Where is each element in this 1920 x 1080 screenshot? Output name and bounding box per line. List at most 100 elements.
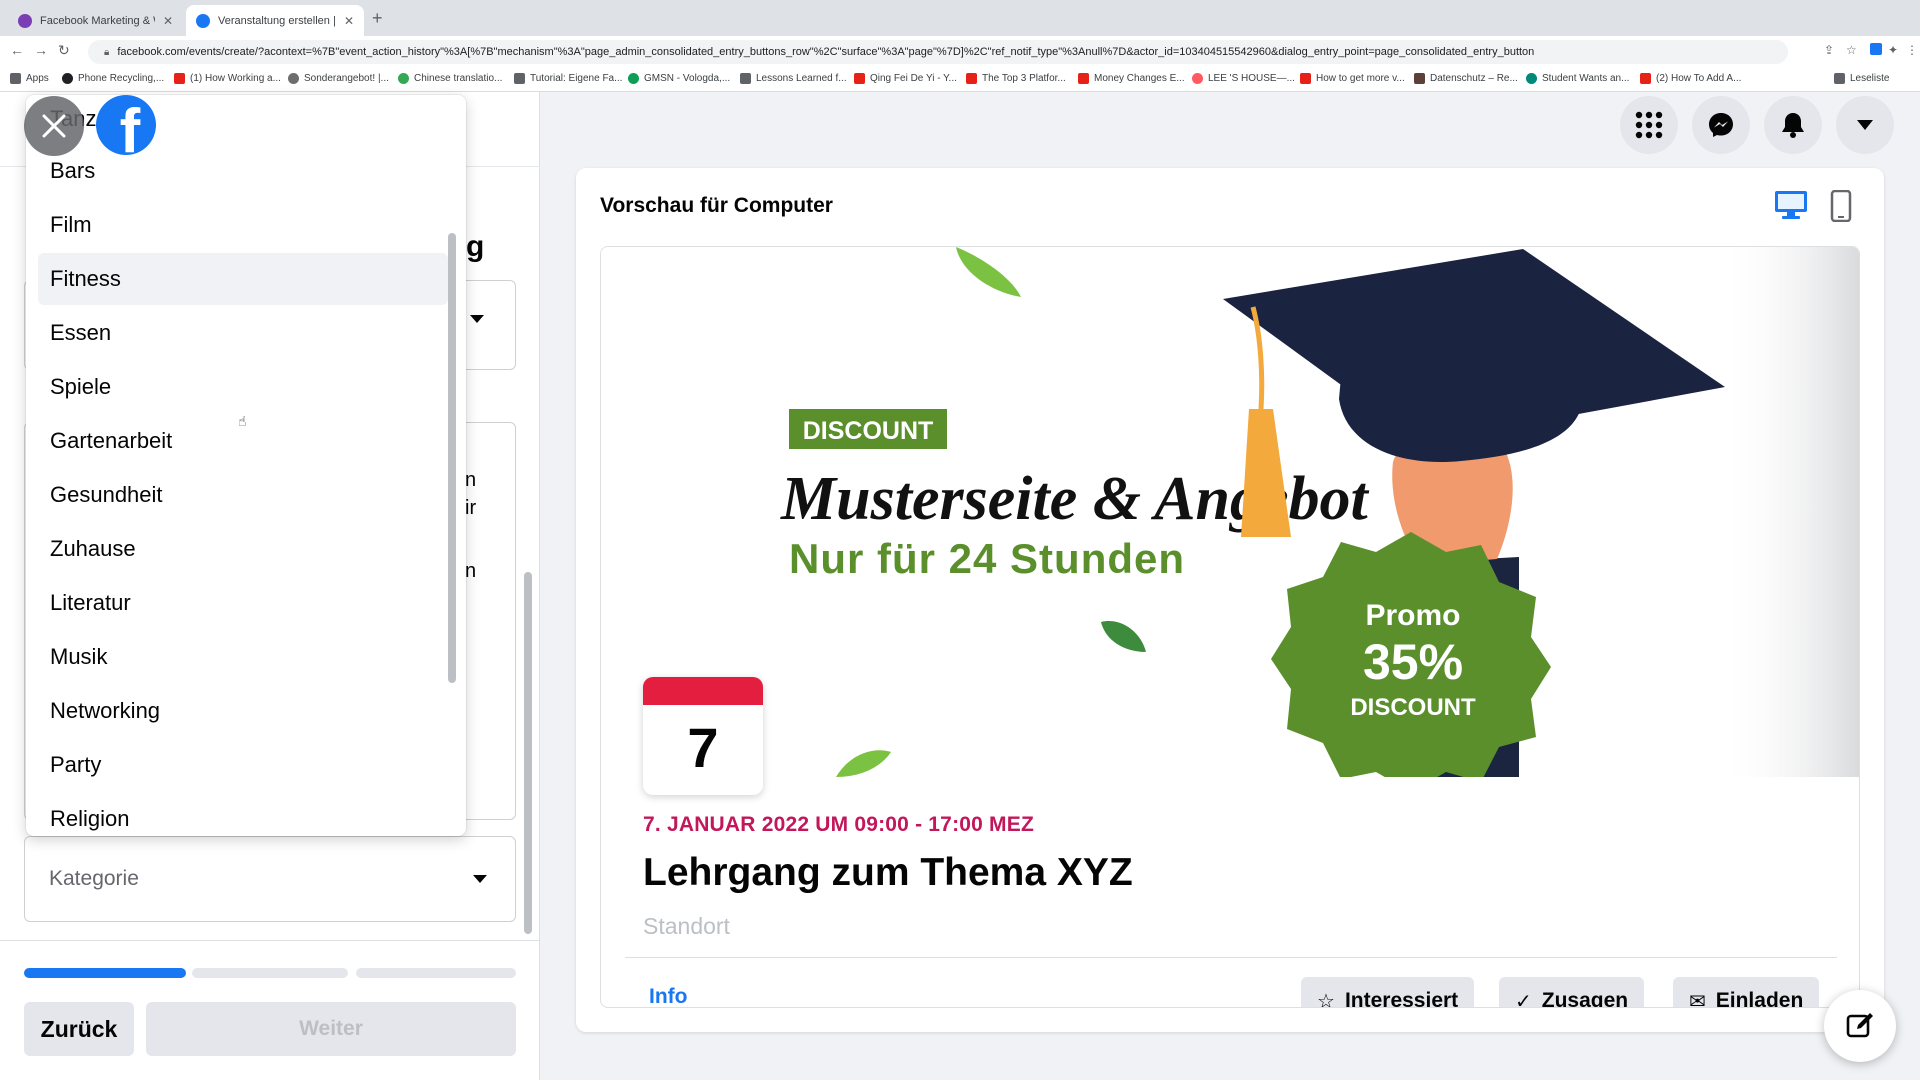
notifications-button[interactable] [1764,96,1822,154]
option-label: Religion [50,806,130,831]
tab-close-icon[interactable]: ✕ [344,14,354,28]
bookmark-item[interactable]: Phone Recycling,... [62,73,164,84]
tab-close-icon[interactable]: ✕ [163,14,173,28]
bookmark-item[interactable]: Leseliste [1834,73,1889,84]
invite-label: Einladen [1715,989,1804,1008]
bookmark-label: Apps [26,73,49,84]
event-divider [625,957,1837,958]
dropdown-option[interactable]: Spiele [38,361,448,413]
option-label: Musik [50,644,108,669]
globe-icon [1526,73,1537,84]
bookmark-label: (2) How To Add A... [1656,73,1742,84]
panel-scrollbar[interactable] [524,572,532,934]
dropdown-option[interactable]: Film [38,199,448,251]
facebook-extension-icon[interactable] [1870,43,1882,55]
bookmark-item[interactable]: The Top 3 Platfor... [966,73,1066,84]
category-select[interactable]: Kategorie [24,836,516,922]
url-text: facebook.com/events/create/?acontext=%7B… [117,46,1535,58]
bookmark-label: The Top 3 Platfor... [982,73,1066,84]
share-icon[interactable]: ⇪ [1824,43,1834,57]
hand-cursor-icon: ☝ [238,413,247,429]
tab-favicon-icon [18,13,32,28]
star-icon[interactable]: ☆ [1846,43,1857,57]
bookmark-item[interactable]: Sonderangebot! |... [288,73,389,84]
option-label: Networking [50,698,161,723]
bookmark-item[interactable]: (1) How Working a... [174,73,281,84]
back-arrow-icon[interactable]: ← [10,42,24,58]
event-preview: DISCOUNT Musterseite & Angebot Nur für 2… [600,246,1860,1008]
going-label: Zusagen [1541,989,1629,1008]
category-dropdown: Tanz Bars Film Fitness Essen Spiele Gart… [26,95,466,836]
grid-menu-icon [1635,111,1663,139]
compose-message-button[interactable] [1824,990,1896,1062]
dropdown-option[interactable]: Bars [38,145,448,197]
dropdown-option[interactable]: Literatur [38,577,448,629]
bookmark-label: (1) How Working a... [190,73,281,84]
menu-button[interactable] [1620,96,1678,154]
bookmark-item[interactable]: Qing Fei De Yi - Y... [854,73,957,84]
forward-arrow-icon[interactable]: → [34,42,48,58]
dropdown-option[interactable]: Musik [38,631,448,683]
footer-divider [0,940,540,941]
bookmark-label: Chinese translatio... [414,73,503,84]
interested-button[interactable]: ☆ Interessiert [1301,977,1475,1008]
dropdown-option-hovered[interactable]: Fitness [38,253,448,305]
dropdown-option[interactable]: Party [38,739,448,791]
leaf-shape [956,247,1021,297]
bookmark-item[interactable]: Student Wants an... [1526,73,1629,84]
bookmark-item[interactable]: Lessons Learned f... [740,73,847,84]
account-button[interactable] [1836,96,1894,154]
going-button[interactable]: ✓ Zusagen [1499,977,1645,1008]
option-label: Party [50,752,102,777]
youtube-icon [854,73,865,84]
cover-shadow [1721,247,1859,777]
reading-list-icon [1834,73,1845,84]
preview-card: Vorschau für Computer DISCOUNT Mustersei… [576,168,1884,1032]
bookmark-item[interactable]: Apps [10,73,49,84]
dropdown-option[interactable]: Essen [38,307,448,359]
dropdown-option[interactable]: Religion [38,793,448,836]
tab-info[interactable]: Info [649,985,687,1007]
bookmark-item[interactable]: Chinese translatio... [398,73,502,84]
star-outline-icon: ☆ [1317,990,1335,1008]
desktop-icon[interactable] [1774,190,1808,220]
new-tab-button[interactable]: + [372,8,383,29]
close-button[interactable] [24,96,84,156]
browser-tab-bar: Facebook Marketing & Werbea ✕ Veranstalt… [0,0,1920,36]
bookmark-item[interactable]: (2) How To Add A... [1640,73,1741,84]
bookmark-item[interactable]: GMSN - Vologda,... [628,73,730,84]
menu-kebab-icon[interactable]: ⋮ [1906,43,1918,57]
bookmark-item[interactable]: How to get more v... [1300,73,1405,84]
back-button[interactable]: Zurück [24,1002,134,1056]
browser-toolbar: ← → ↻ 🔒︎ facebook.com/events/create/?aco… [0,36,1920,68]
invite-button[interactable]: ✉ Einladen [1673,977,1820,1008]
mobile-icon[interactable] [1830,190,1852,222]
messenger-button[interactable] [1692,96,1750,154]
section-heading-fragment: g [466,230,485,263]
bookmark-item[interactable]: Tutorial: Eigene Fa... [514,73,622,84]
browser-tab-create-event[interactable]: Veranstaltung erstellen | Faceb ✕ [186,5,364,36]
browser-tab-marketing[interactable]: Facebook Marketing & Werbea ✕ [8,5,183,36]
address-bar[interactable]: 🔒︎ facebook.com/events/create/?acontext=… [88,40,1788,64]
document-icon [1414,73,1425,84]
dropdown-option[interactable]: Gesundheit [38,469,448,521]
facebook-logo-icon[interactable]: f [96,95,156,155]
extensions-puzzle-icon[interactable]: ✦ [1888,43,1898,57]
date-badge: 7 [643,677,763,795]
bookmark-item[interactable]: Money Changes E... [1078,73,1185,84]
option-label: Gesundheit [50,482,163,507]
option-label: Fitness [50,266,121,291]
compose-icon [1846,1013,1873,1038]
description-text-fragment: n [465,560,477,582]
chevron-down-icon[interactable] [470,315,484,323]
bookmark-item[interactable]: LEE 'S HOUSE—... [1192,73,1295,84]
bookmark-label: How to get more v... [1316,73,1405,84]
dropdown-option[interactable]: Networking [38,685,448,737]
facebook-favicon-icon [196,13,210,28]
reload-icon[interactable]: ↻ [58,42,70,59]
next-button[interactable]: Weiter [146,1002,516,1056]
bookmark-item[interactable]: Datenschutz – Re... [1414,73,1518,84]
dropdown-option[interactable]: Zuhause [38,523,448,575]
chevron-down-icon [473,875,487,883]
dropdown-scrollbar[interactable] [448,233,456,683]
